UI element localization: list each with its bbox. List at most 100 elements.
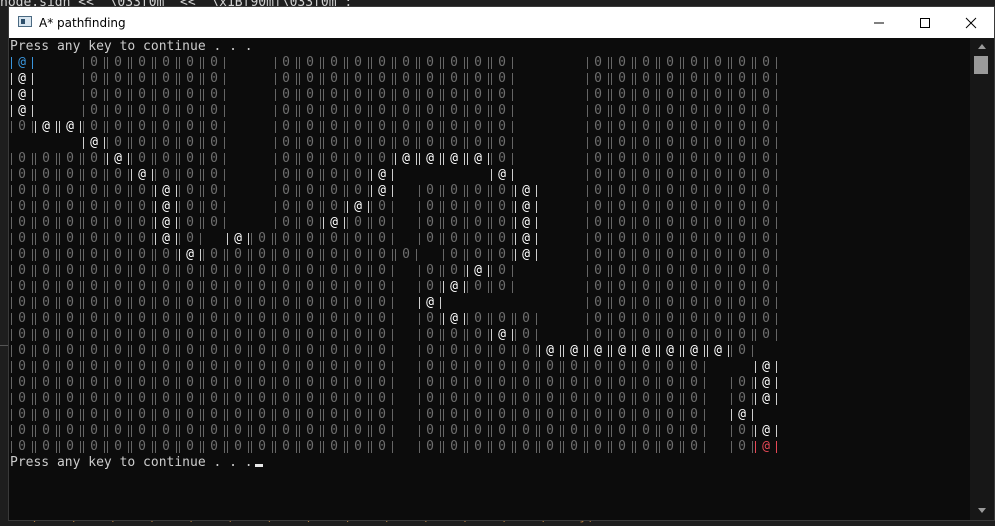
grid-cell-open: 0	[586, 439, 610, 455]
scrollbar-thumb[interactable]	[974, 56, 988, 74]
close-button[interactable]	[948, 7, 994, 38]
grid-cell-open: 0	[370, 151, 394, 167]
grid-cell-open: 0	[610, 407, 634, 423]
grid-cell-open: 0	[274, 183, 298, 199]
prompt-bottom: Press any key to continue . . .	[10, 455, 253, 470]
grid-cell-open: 0	[370, 407, 394, 423]
grid-cell-empty	[562, 167, 586, 183]
grid-cell-open: 0	[82, 151, 106, 167]
grid-cell-open: 0	[682, 135, 706, 151]
grid-cell-open: 0	[106, 343, 130, 359]
grid-cell-open: 0	[34, 215, 58, 231]
grid-cell-open: 0	[202, 71, 226, 87]
grid-cell-open: 0	[490, 311, 514, 327]
grid-cell-open: 0	[682, 55, 706, 71]
grid-cell-open: 0	[274, 151, 298, 167]
grid-cell-open: 0	[754, 199, 778, 215]
grid-cell-open: 0	[82, 343, 106, 359]
grid-cell-open: 0	[610, 439, 634, 455]
grid-cell-open: 0	[10, 231, 34, 247]
grid-cell-open: 0	[634, 199, 658, 215]
grid-cell-open: 0	[730, 135, 754, 151]
grid-cell-open: 0	[274, 295, 298, 311]
grid-cell-empty	[58, 135, 82, 151]
grid-cell-end: @	[754, 439, 778, 455]
grid-cell-path: @	[34, 119, 58, 135]
grid-cell-open: 0	[322, 119, 346, 135]
grid-cell-open: 0	[178, 231, 202, 247]
grid-cell-open: 0	[298, 247, 322, 263]
grid-cell-open: 0	[418, 375, 442, 391]
grid-cell-open: 0	[658, 263, 682, 279]
grid-cell-open: 0	[490, 391, 514, 407]
grid-cell-open: 0	[58, 391, 82, 407]
grid-cell-open: 0	[442, 71, 466, 87]
grid-cell-open: 0	[298, 55, 322, 71]
grid-cell-open: 0	[202, 247, 226, 263]
grid-cell-open: 0	[202, 423, 226, 439]
grid-cell-open: 0	[610, 167, 634, 183]
grid-cell-open: 0	[154, 55, 178, 71]
grid-cell-open: 0	[586, 375, 610, 391]
close-icon	[965, 17, 977, 29]
grid-cell-open: 0	[490, 135, 514, 151]
grid-cell-empty	[706, 375, 730, 391]
grid-cell-open: 0	[514, 407, 538, 423]
grid-cell-open: 0	[658, 167, 682, 183]
grid-cell-empty	[250, 151, 274, 167]
grid-cell-open: 0	[130, 391, 154, 407]
grid-cell-open: 0	[658, 375, 682, 391]
grid-cell-open: 0	[418, 87, 442, 103]
grid-cell-open: 0	[106, 279, 130, 295]
grid-cell-open: 0	[130, 359, 154, 375]
grid-cell-open: 0	[274, 71, 298, 87]
grid-cell-empty	[250, 183, 274, 199]
grid-cell-open: 0	[658, 183, 682, 199]
grid-cell-open: 0	[298, 311, 322, 327]
grid-cell-open: 0	[682, 391, 706, 407]
grid-cell-open: 0	[442, 55, 466, 71]
title-bar[interactable]: A* pathfinding	[9, 7, 994, 38]
grid-cell-path: @	[754, 359, 778, 375]
text-cursor	[254, 464, 263, 467]
grid-cell-open: 0	[82, 407, 106, 423]
grid-cell-open: 0	[178, 423, 202, 439]
grid-cell-open: 0	[178, 71, 202, 87]
grid-cell-path: @	[586, 343, 610, 359]
grid-cell-open: 0	[106, 295, 130, 311]
grid-cell-open: 0	[322, 135, 346, 151]
grid-cell-open: 0	[202, 343, 226, 359]
grid-row: 0 0 0 0 0 0 @0 0 0 0 @0 0 0 0 0 0 @0 0 0 0 0 0 0 0	[10, 215, 970, 231]
grid-cell-open: 0	[634, 327, 658, 343]
grid-cell-empty	[226, 119, 250, 135]
grid-row: 0 0 0 0 0 0 0 0 0 0 0 0 0 0 0 0 0 0 0 0 0 0 0 0 0 0 0 0 @	[10, 359, 970, 375]
grid-cell-open: 0	[34, 199, 58, 215]
grid-cell-open: 0	[658, 103, 682, 119]
grid-cell-empty	[394, 407, 418, 423]
grid-cell-empty	[706, 391, 730, 407]
grid-cell-open: 0	[130, 215, 154, 231]
minimize-button[interactable]	[856, 7, 902, 38]
grid-cell-empty	[250, 215, 274, 231]
grid-cell-open: 0	[490, 375, 514, 391]
grid-cell-open: 0	[298, 375, 322, 391]
grid-row: 0 0 0 0 0 0 @0 0 0 0 0 @0 0 0 0 0 @0 0 0 0 0 0 0 0	[10, 199, 970, 215]
grid-cell-open: 0	[322, 327, 346, 343]
grid-cell-open: 0	[178, 167, 202, 183]
vertical-scrollbar[interactable]	[970, 38, 994, 520]
grid-cell-open: 0	[322, 343, 346, 359]
grid-cell-open: 0	[274, 407, 298, 423]
grid-cell-open: 0	[178, 135, 202, 151]
grid-cell-path: @	[466, 263, 490, 279]
console-output[interactable]: Press any key to continue . . . @0 0 0 0 0 0 0…	[9, 38, 970, 520]
grid-cell-open: 0	[322, 247, 346, 263]
grid-cell-open: 0	[298, 391, 322, 407]
grid-cell-open: 0	[586, 87, 610, 103]
grid-cell-empty	[466, 167, 490, 183]
grid-cell-empty	[562, 247, 586, 263]
maximize-button[interactable]	[902, 7, 948, 38]
grid-cell-open: 0	[682, 231, 706, 247]
grid-cell-open: 0	[346, 55, 370, 71]
pathfinding-grid: @0 0 0 0 0 0 0 0 0 0 0 0 0 0 0 0 0 0 0 0 0 0 0 0 @0 0 0 0 0 0 0 0 0 0 0 0 0 0…	[10, 55, 970, 455]
grid-cell-empty	[538, 263, 562, 279]
